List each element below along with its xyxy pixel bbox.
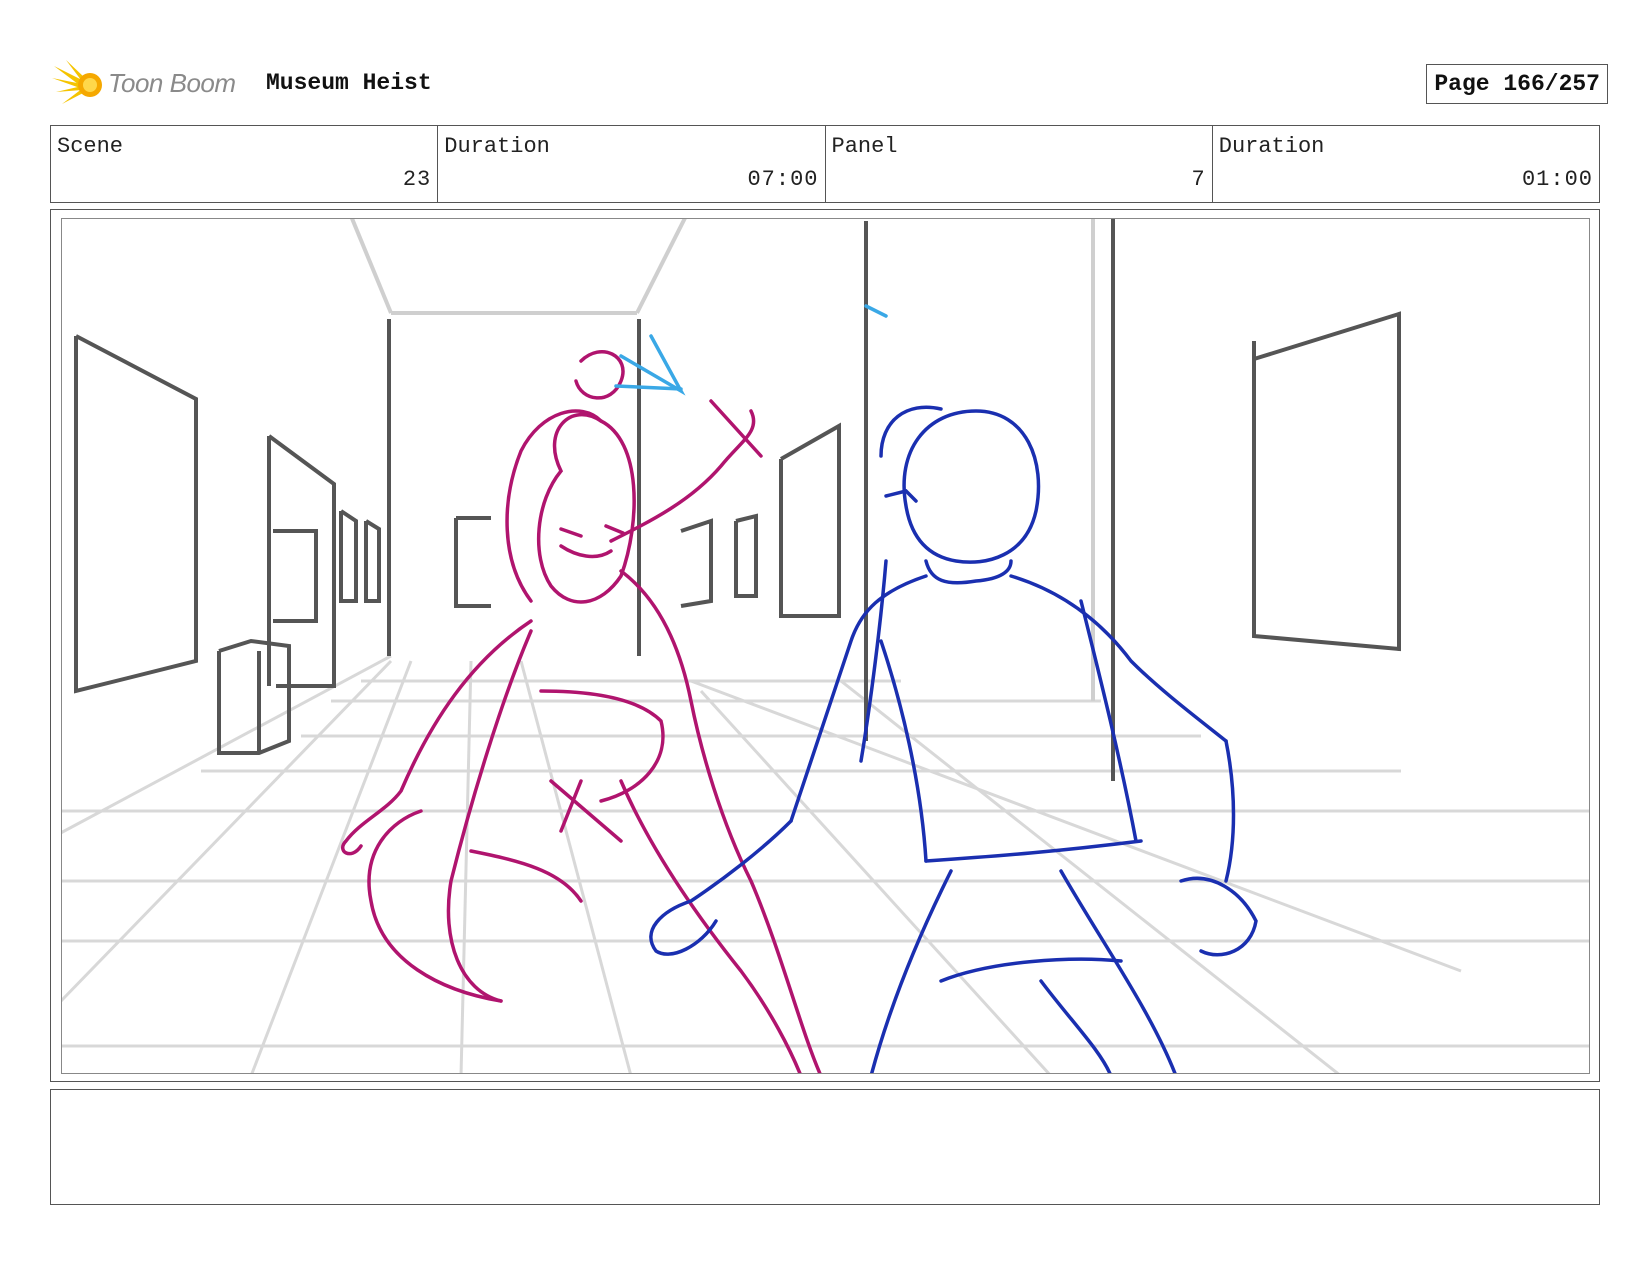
panel-label: Panel	[831, 134, 898, 159]
panel-duration-cell: Duration 01:00	[1213, 126, 1599, 202]
scene-info-table: Scene 23 Duration 07:00 Panel 7 Duration…	[50, 125, 1600, 203]
scene-duration-label: Duration	[444, 134, 550, 159]
storyboard-panel-drawing	[61, 218, 1590, 1074]
sketch-drawing	[62, 219, 1589, 1073]
toon-boom-logo: Toon Boom	[52, 58, 252, 110]
storyboard-header: Toon Boom Museum Heist Page 166/257	[52, 58, 1608, 108]
panel-cell: Panel 7	[826, 126, 1213, 202]
motion-accents	[614, 304, 888, 396]
gallery-walls	[74, 219, 1401, 781]
panel-value: 7	[1191, 167, 1206, 192]
project-title: Museum Heist	[266, 70, 432, 96]
scene-cell: Scene 23	[51, 126, 439, 202]
scene-duration-value: 07:00	[747, 167, 819, 192]
ceiling-lines	[350, 219, 1095, 701]
starburst-icon	[52, 60, 102, 104]
logo-text: Toon Boom	[108, 68, 236, 98]
panel-duration-label: Duration	[1218, 134, 1325, 159]
scene-value: 23	[402, 167, 432, 192]
page-indicator: Page 166/257	[1426, 64, 1608, 104]
thief-character-sketch	[340, 350, 822, 1073]
scene-label: Scene	[57, 134, 124, 159]
scene-duration-cell: Duration 07:00	[438, 126, 826, 202]
panel-duration-value: 01:00	[1521, 167, 1593, 192]
panel-notes-box[interactable]	[50, 1089, 1600, 1205]
